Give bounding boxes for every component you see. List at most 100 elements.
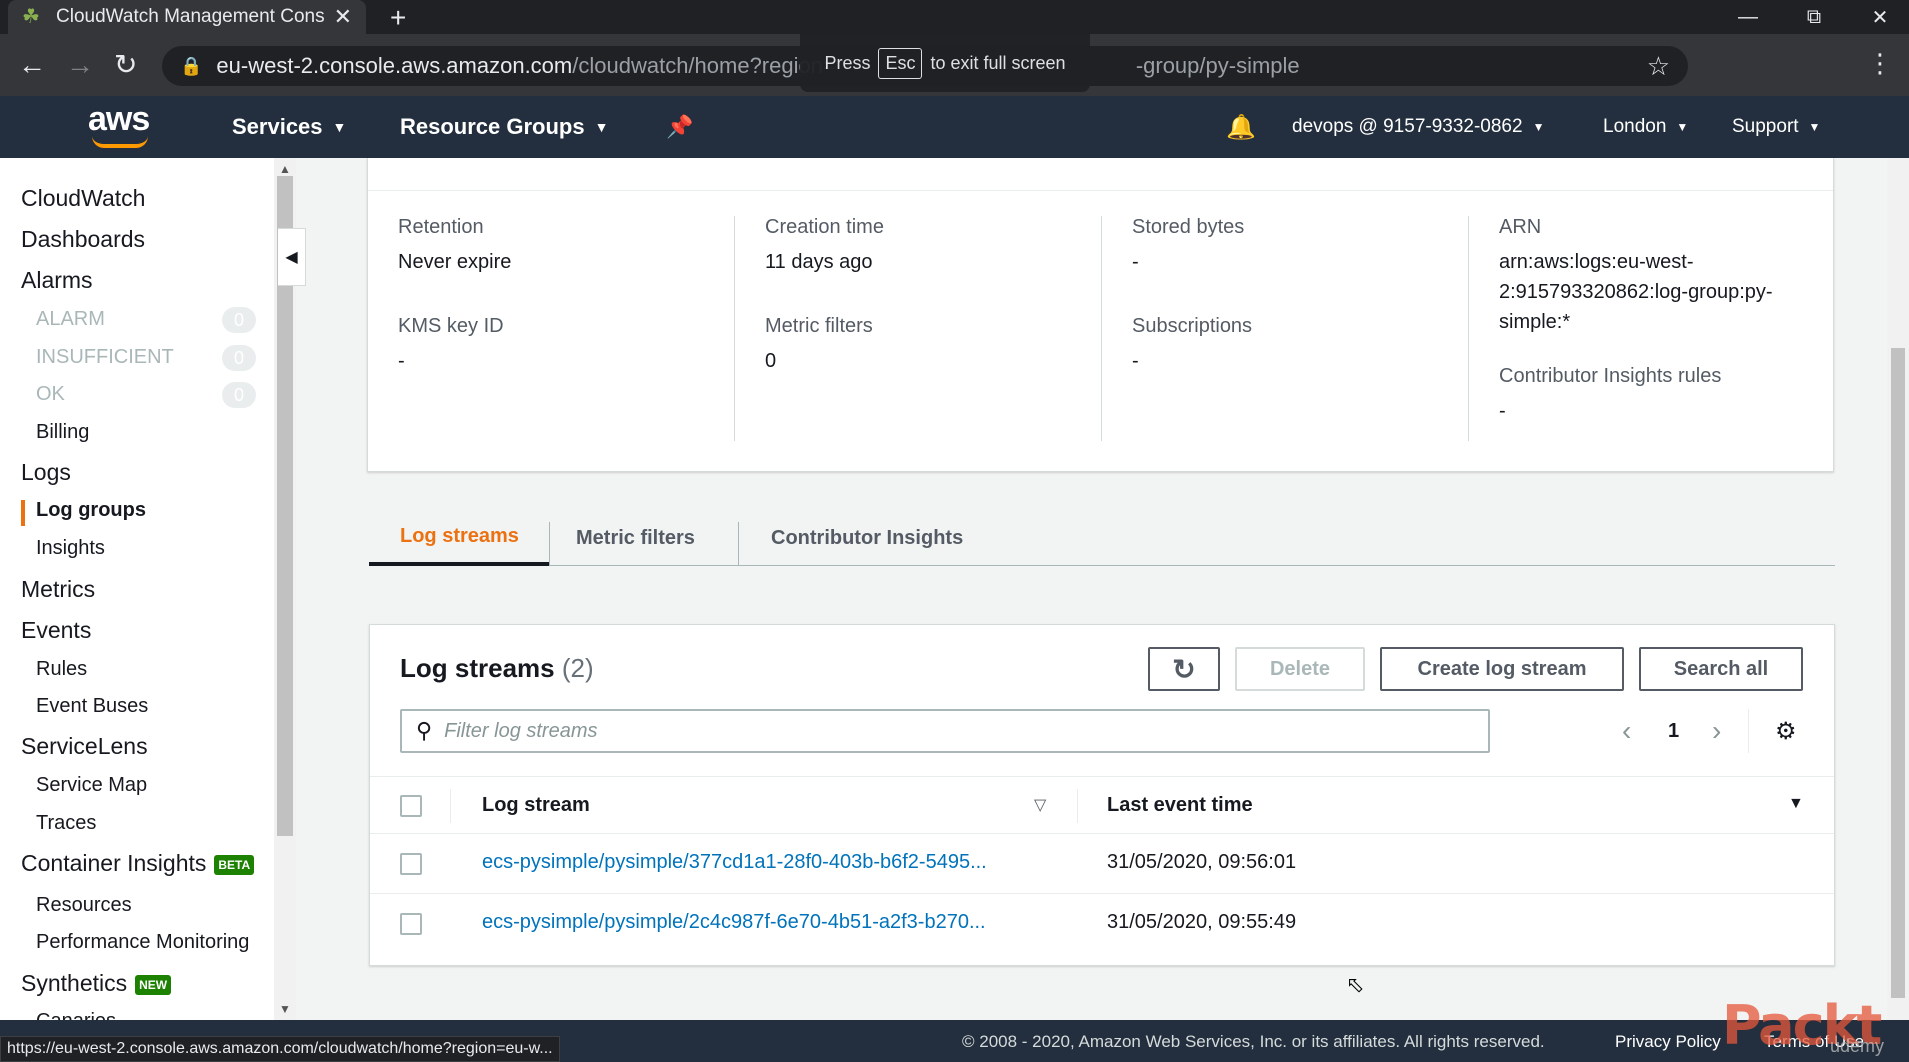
log-streams-panel: Log streams (2) ↻ Delete Create log stre… [369,624,1835,966]
bookmark-star-icon[interactable]: ☆ [1647,51,1670,82]
url-path: /cloudwatch/home?region= [572,53,836,78]
pager-divider [1748,709,1749,753]
scroll-up-icon[interactable]: ▲ [279,162,291,176]
aws-logo[interactable]: aws [88,102,158,150]
sort-descending-icon[interactable]: ▼ [1788,795,1804,813]
prev-page-icon[interactable]: ‹ [1622,709,1631,753]
support-menu[interactable]: Support ▼ [1732,96,1820,158]
pin-icon[interactable]: 📌 [666,96,693,158]
services-menu[interactable]: Services ▼ [232,96,346,158]
log-group-details-panel: Retention Never expire KMS key ID - Crea… [367,158,1834,472]
sidebar-item-insufficient-state[interactable]: INSUFFICIENT [36,346,174,369]
log-stream-link[interactable]: ecs-pysimple/pysimple/2c4c987f-6e70-4b51… [482,911,986,934]
browser-menu-icon[interactable]: ⋮ [1867,48,1893,79]
reload-icon[interactable]: ↻ [114,48,137,82]
url-host: eu-west-2.console.aws.amazon.com [216,53,573,78]
creation-time-label: Creation time [765,216,884,238]
chevron-down-icon: ▼ [594,119,609,135]
chevron-down-icon: ▼ [1532,120,1545,134]
settings-gear-icon[interactable]: ⚙ [1775,709,1797,753]
new-tab-button[interactable]: + [390,2,406,34]
filter-placeholder: Filter log streams [444,719,598,742]
log-stream-link[interactable]: ecs-pysimple/pysimple/377cd1a1-28f0-403b… [482,851,987,874]
main-scroll-thumb[interactable] [1891,348,1905,998]
create-log-stream-button[interactable]: Create log stream [1380,647,1624,691]
col-last-event-time[interactable]: Last event time [1107,794,1253,817]
sidebar-item-servicelens[interactable]: ServiceLens [21,733,148,760]
sidebar-item-synthetics[interactable]: Synthetics NEW [21,970,172,997]
forward-arrow-icon[interactable]: → [66,48,94,82]
back-arrow-icon[interactable]: ← [18,48,46,82]
browser-tab[interactable]: ☘ CloudWatch Management Conso ✕ [8,0,366,34]
sidebar-item-event-buses[interactable]: Event Buses [36,695,148,718]
table-row: ecs-pysimple/pysimple/377cd1a1-28f0-403b… [370,834,1834,894]
sort-filter-icon[interactable]: ▽ [1034,795,1046,815]
select-all-checkbox[interactable] [400,795,422,817]
retention-value: Never expire [398,251,512,273]
notification-bell-icon[interactable]: 🔔 [1226,96,1256,158]
fullscreen-press-text: Press [824,52,871,73]
sidebar-item-alarms[interactable]: Alarms [21,267,93,294]
arn-value-line-3: simple:* [1499,311,1571,333]
refresh-button[interactable]: ↻ [1148,647,1220,691]
aws-smile-icon [92,136,148,148]
log-streams-title: Log streams [400,653,555,683]
tab-contributor-insights[interactable]: Contributor Insights [739,510,999,566]
sidebar-item-metrics[interactable]: Metrics [21,576,95,603]
details-column-1: Retention Never expire KMS key ID - [398,216,738,376]
sidebar-item-log-groups[interactable]: Log groups [36,499,146,522]
account-label: devops @ 9157-9332-0862 [1292,116,1523,137]
resource-groups-menu[interactable]: Resource Groups ▼ [400,96,608,158]
insufficient-count-badge: 0 [222,345,256,371]
sidebar-item-logs[interactable]: Logs [21,459,71,486]
region-menu[interactable]: London ▼ [1603,96,1688,158]
row-checkbox[interactable] [400,853,422,875]
sidebar-item-alarm-state[interactable]: ALARM [36,308,105,331]
tab-metric-filters[interactable]: Metric filters [550,510,740,566]
account-menu[interactable]: devops @ 9157-9332-0862 ▼ [1292,96,1544,158]
minimize-icon[interactable]: — [1718,0,1778,34]
cloudwatch-favicon-icon: ☘ [22,6,40,28]
chevron-down-icon: ▼ [332,119,347,135]
close-window-icon[interactable]: ✕ [1850,0,1909,34]
sidebar-item-service-map[interactable]: Service Map [36,774,147,797]
sidebar-item-container-insights[interactable]: Container Insights BETA [21,850,255,877]
next-page-icon[interactable]: › [1712,709,1721,753]
retention-label: Retention [398,216,484,238]
tab-log-streams[interactable]: Log streams [369,510,549,566]
refresh-icon: ↻ [1172,653,1196,685]
restore-icon[interactable]: ⧉ [1784,0,1844,34]
fullscreen-toast: Press Esc to exit full screen [800,34,1090,92]
filter-log-streams-input[interactable]: ⚲ Filter log streams [400,709,1490,753]
sidebar-item-billing[interactable]: Billing [36,421,89,444]
sidebar-item-events[interactable]: Events [21,617,91,644]
sidebar-scrollbar[interactable]: ▲ ▼ [274,158,296,1020]
sidebar-item-canaries[interactable]: Canaries [36,1010,116,1020]
main-scrollbar[interactable] [1887,158,1909,1020]
sidebar-item-insights[interactable]: Insights [36,537,105,560]
sidebar-item-ok-state[interactable]: OK [36,383,65,406]
privacy-policy-link[interactable]: Privacy Policy [1615,1032,1721,1052]
close-tab-icon[interactable]: ✕ [334,4,352,30]
container-insights-label: Container Insights [21,850,207,876]
caret-left-icon: ◀ [285,249,298,266]
col-log-stream[interactable]: Log stream [482,794,590,817]
page-number[interactable]: 1 [1668,709,1679,753]
arn-label: ARN [1499,216,1542,238]
sidebar-item-traces[interactable]: Traces [36,812,96,835]
delete-button[interactable]: Delete [1235,647,1365,691]
lock-icon: 🔒 [180,55,203,76]
metric-filters-label: Metric filters [765,315,873,337]
row-checkbox[interactable] [400,913,422,935]
search-all-button[interactable]: Search all [1639,647,1803,691]
scroll-down-icon[interactable]: ▼ [279,1002,291,1016]
sidebar-item-resources[interactable]: Resources [36,894,132,917]
sidebar-item-performance-monitoring[interactable]: Performance Monitoring [36,931,249,954]
ok-count-badge: 0 [222,382,256,408]
collapse-sidebar-button[interactable]: ◀ [278,228,306,286]
sidebar-item-cloudwatch[interactable]: CloudWatch [21,185,145,212]
sidebar-item-dashboards[interactable]: Dashboards [21,226,145,253]
mouse-cursor-icon: ⬁ [1346,972,1365,997]
sidebar-item-rules[interactable]: Rules [36,658,87,681]
main-content: Retention Never expire KMS key ID - Crea… [306,158,1886,1020]
